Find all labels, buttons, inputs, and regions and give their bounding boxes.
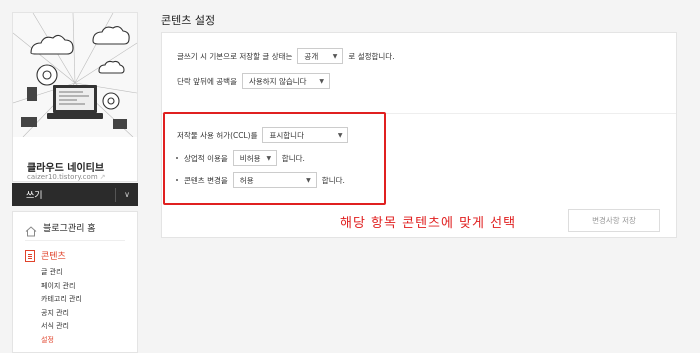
submenu-item-settings[interactable]: 설정: [41, 334, 82, 348]
submenu-item-pages[interactable]: 페이지 관리: [41, 280, 82, 294]
write-bar: 쓰기 ∨: [12, 183, 138, 206]
sidebar-item-home[interactable]: 블로그관리 홈: [25, 221, 96, 237]
submenu-item-notices[interactable]: 공지 관리: [41, 307, 82, 321]
default-state-select[interactable]: 공개 ▼: [297, 48, 344, 64]
default-state-prefix: 글쓰기 시 기본으로 저장할 글 상태는: [177, 51, 293, 61]
chevron-down-icon[interactable]: ∨: [116, 190, 138, 199]
caret-down-icon: ▼: [332, 52, 338, 60]
external-link-icon[interactable]: ↗: [100, 173, 106, 181]
paragraph-spacing-value: 사용하지 않습니다: [248, 76, 307, 86]
default-state-value: 공개: [304, 51, 319, 61]
sidebar-menu: 블로그관리 홈 콘텐츠 글 관리 페이지 관리 카테고리 관리 공지 관리 서식…: [12, 211, 138, 353]
sidebar-item-contents[interactable]: 콘텐츠: [25, 249, 66, 262]
save-changes-button[interactable]: 변경사항 저장: [568, 209, 660, 232]
sidebar-item-home-label: 블로그관리 홈: [43, 224, 96, 234]
paragraph-spacing-row: 단락 앞뒤에 공백을 사용하지 않습니다 ▼: [177, 73, 335, 89]
submenu-item-templates[interactable]: 서식 관리: [41, 320, 82, 334]
default-state-row: 글쓰기 시 기본으로 저장할 글 상태는 공개 ▼ 로 설정합니다.: [177, 48, 395, 64]
page-title: 콘텐츠 설정: [161, 14, 216, 27]
paragraph-spacing-select[interactable]: 사용하지 않습니다 ▼: [241, 73, 330, 89]
submenu-item-categories[interactable]: 카테고리 관리: [41, 293, 82, 307]
highlight-annotation-box: [163, 112, 386, 205]
blog-url-text[interactable]: caizer10.tistory.com: [27, 173, 98, 181]
annotation-text: 해당 항목 콘텐츠에 맞게 선택: [340, 216, 517, 231]
blog-cover-image[interactable]: [13, 13, 137, 137]
document-icon: [25, 249, 35, 262]
write-button[interactable]: 쓰기: [26, 188, 115, 201]
submenu-item-posts[interactable]: 글 관리: [41, 266, 82, 280]
caret-down-icon: ▼: [319, 77, 324, 85]
sidebar-item-contents-label: 콘텐츠: [41, 252, 66, 262]
blog-url[interactable]: caizer10.tistory.com ↗: [27, 173, 106, 181]
contents-submenu: 글 관리 페이지 관리 카테고리 관리 공지 관리 서식 관리 설정: [41, 266, 82, 347]
blog-profile-card: 클라우드 네이티브 caizer10.tistory.com ↗: [12, 12, 138, 182]
menu-divider: [25, 240, 125, 241]
default-state-suffix: 로 설정합니다.: [348, 51, 395, 61]
blog-name[interactable]: 클라우드 네이티브: [27, 159, 104, 174]
paragraph-spacing-prefix: 단락 앞뒤에 공백을: [177, 76, 237, 86]
home-icon: [25, 222, 37, 237]
